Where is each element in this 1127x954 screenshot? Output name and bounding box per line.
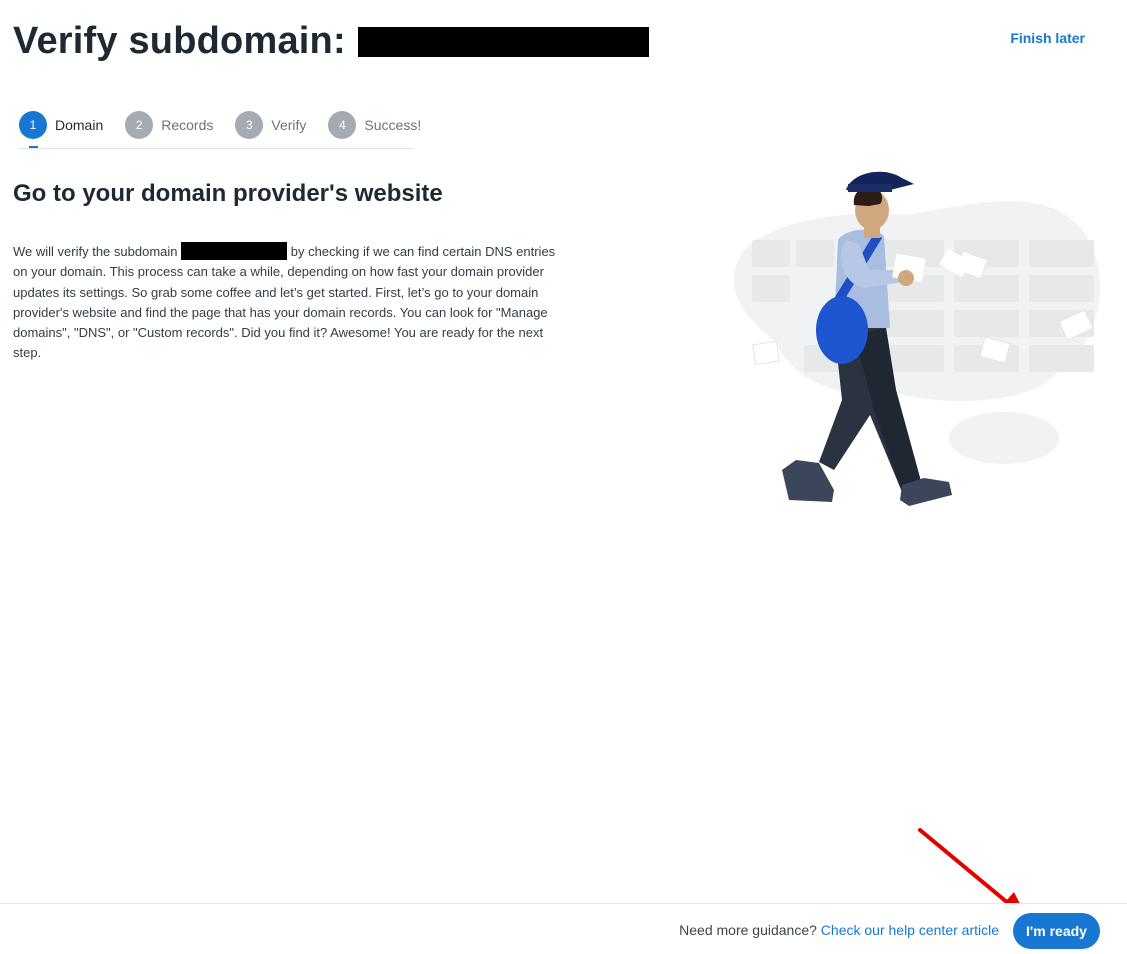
step-number: 1 <box>19 111 47 139</box>
stepper: 1 Domain 2 Records 3 Verify 4 Success! <box>19 110 421 149</box>
guidance-text: Need more guidance? Check our help cente… <box>679 922 999 938</box>
page-title: Verify subdomain: <box>13 20 649 63</box>
im-ready-button[interactable]: I'm ready <box>1013 913 1100 949</box>
step-label: Verify <box>271 117 307 133</box>
section-title: Go to your domain provider's website <box>13 180 443 207</box>
help-center-link[interactable]: Check our help center article <box>821 922 999 938</box>
step-number: 2 <box>125 111 154 139</box>
guidance-label: Need more guidance? <box>679 922 817 938</box>
step-records[interactable]: 2 Records <box>125 110 213 140</box>
redacted-subdomain <box>357 26 649 57</box>
step-label: Success! <box>364 117 422 133</box>
finish-later-link[interactable]: Finish later <box>1010 30 1085 46</box>
redacted-subdomain-inline <box>181 242 288 260</box>
step-label: Domain <box>55 117 104 133</box>
page-title-text: Verify subdomain: <box>13 20 346 62</box>
step-verify[interactable]: 3 Verify <box>235 110 306 140</box>
footer-bar: Need more guidance? Check our help cente… <box>0 903 1127 954</box>
step-number: 4 <box>328 111 357 139</box>
instructions-text-end: by checking if we can find certain DNS e… <box>13 244 556 361</box>
step-label: Records <box>161 117 214 133</box>
instructions-paragraph: We will verify the subdomain by checking… <box>13 242 573 364</box>
step-domain[interactable]: 1 Domain <box>19 110 104 148</box>
instructions-text-start: We will verify the subdomain <box>13 244 182 259</box>
step-success[interactable]: 4 Success! <box>328 110 421 140</box>
step-number: 3 <box>235 111 264 139</box>
mail-carrier-illustration <box>734 171 1101 506</box>
